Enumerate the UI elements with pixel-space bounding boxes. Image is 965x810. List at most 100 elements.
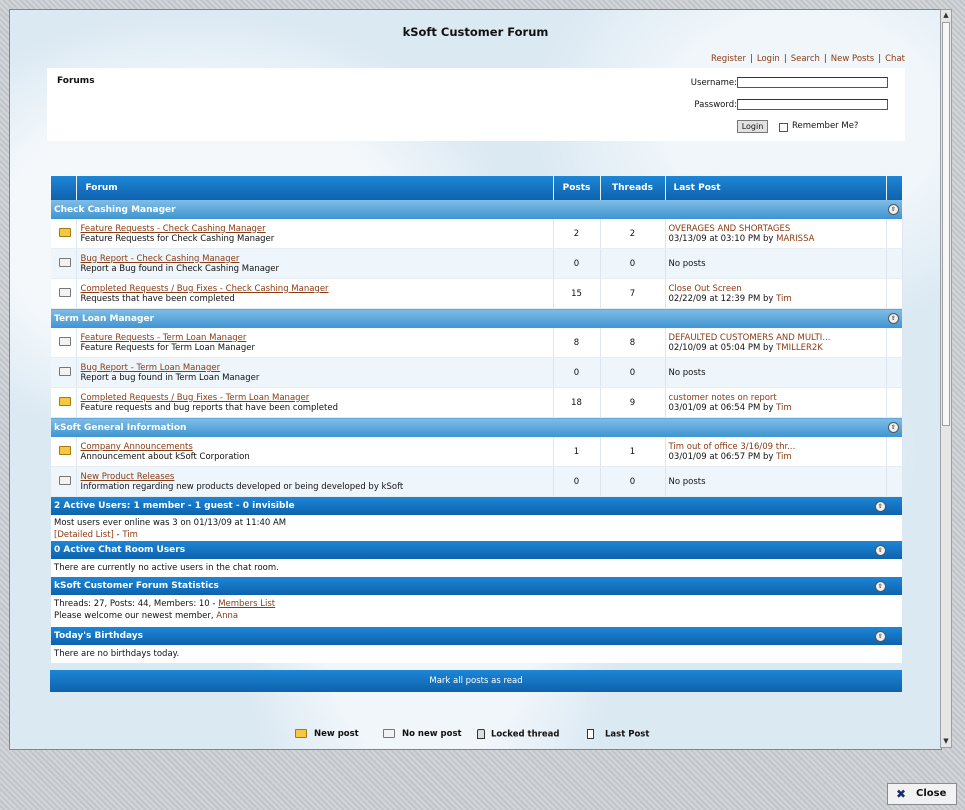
collapse-icon[interactable]: ⇧	[875, 631, 886, 642]
active-user-link[interactable]: Tim	[122, 530, 138, 540]
forum-row: Feature Requests - Term Loan Manager Feat…	[51, 328, 903, 358]
chat-link[interactable]: Chat	[885, 54, 905, 64]
collapse-icon[interactable]: ⇧	[888, 422, 899, 433]
collapse-icon[interactable]: ⇧	[888, 204, 899, 215]
forum-link[interactable]: New Product Releases	[81, 472, 175, 482]
forum-cell: Bug Report - Check Cashing Manager Report…	[76, 248, 554, 279]
login-panel: Forums Username: Password: Login Remembe…	[47, 68, 905, 141]
forum-link[interactable]: Feature Requests - Check Cashing Manager	[81, 224, 266, 234]
collapse-icon[interactable]: ⇧	[888, 313, 899, 324]
forum-status-cell	[51, 357, 77, 388]
login-button[interactable]: Login	[737, 120, 768, 133]
no-posts-text: No posts	[668, 258, 706, 269]
forum-description: Requests that have been completed	[80, 293, 235, 304]
legend-new-post-label: New post	[314, 729, 359, 739]
forum-board: Forum Posts Threads Last Post Check Cash…	[51, 176, 903, 663]
new-posts-link[interactable]: New Posts	[831, 54, 874, 64]
forum-description: Feature requests and bug reports that ha…	[80, 402, 339, 413]
stats-line: Threads: 27, Posts: 44, Members: 10 -	[54, 599, 219, 609]
row-spacer	[886, 248, 903, 279]
collapse-icon[interactable]: ⇧	[875, 581, 886, 592]
forum-cell: Completed Requests / Bug Fixes - Term Lo…	[76, 387, 554, 418]
newest-member-link[interactable]: Anna	[216, 611, 238, 621]
last-post-link[interactable]: DEFAULTED CUSTOMERS AND MULTI...	[669, 333, 831, 343]
forum-table: Forum Posts Threads Last Post Check Cash…	[51, 176, 903, 497]
forum-status-cell	[51, 387, 77, 418]
row-spacer	[886, 278, 903, 309]
threads-count: 7	[600, 278, 666, 309]
category-name[interactable]: Check Cashing Manager	[51, 200, 886, 219]
row-spacer	[886, 387, 903, 418]
scroll-up-arrow-icon[interactable]: ▲	[941, 10, 951, 21]
threads-count: 0	[600, 357, 666, 388]
username-input[interactable]	[737, 77, 888, 88]
new-post-folder-icon	[295, 729, 307, 738]
category-name[interactable]: kSoft General Information	[51, 417, 886, 437]
forum-link[interactable]: Company Announcements	[81, 442, 193, 452]
stats-header: kSoft Customer Forum Statistics ⇧	[51, 577, 902, 595]
forum-link[interactable]: Bug Report - Term Loan Manager	[81, 363, 221, 373]
no-posts-text: No posts	[668, 367, 706, 378]
scroll-down-arrow-icon[interactable]: ▼	[941, 736, 951, 747]
category-name[interactable]: Term Loan Manager	[51, 308, 886, 328]
forum-cell: Company Announcements Announcement about …	[76, 437, 554, 467]
remember-me-checkbox[interactable]	[779, 123, 788, 132]
threads-count: 8	[600, 328, 666, 358]
forum-link[interactable]: Completed Requests / Bug Fixes - Check C…	[81, 284, 329, 294]
posts-count: 0	[553, 248, 601, 279]
collapse-icon[interactable]: ⇧	[875, 545, 886, 556]
last-post-link[interactable]: customer notes on report	[669, 393, 777, 403]
chat-users-title: 0 Active Chat Room Users	[54, 545, 186, 555]
forum-row: New Product Releases Information regardin…	[51, 466, 903, 497]
posts-count: 1	[553, 437, 601, 467]
no-new-post-folder-icon	[383, 729, 395, 738]
forum-cell: Feature Requests - Term Loan Manager Feat…	[76, 328, 554, 358]
forum-link[interactable]: Bug Report - Check Cashing Manager	[81, 254, 240, 264]
detailed-list-link[interactable]: [Detailed List]	[54, 530, 114, 540]
last-post-link[interactable]: Tim out of office 3/16/09 thr...	[669, 442, 796, 452]
mark-all-read-button[interactable]: Mark all posts as read	[50, 670, 902, 692]
lock-icon	[477, 729, 485, 739]
login-link[interactable]: Login	[757, 54, 780, 64]
category-row: kSoft General Information ⇧	[51, 417, 902, 437]
search-link[interactable]: Search	[791, 54, 820, 64]
last-post-user[interactable]: Tim	[776, 452, 792, 462]
category-row: Check Cashing Manager ⇧	[51, 200, 902, 219]
members-list-link[interactable]: Members List	[218, 599, 275, 609]
last-post-user[interactable]: Tim	[776, 403, 792, 413]
forum-cell: Bug Report - Term Loan Manager Report a b…	[76, 357, 554, 388]
top-nav: Register | Login | Search | New Posts | Chat	[711, 54, 905, 64]
no-new-post-folder-icon	[59, 257, 71, 267]
last-post-link[interactable]: Close Out Screen	[669, 284, 742, 294]
forum-description: Announcement about kSoft Corporation	[80, 451, 250, 462]
register-link[interactable]: Register	[711, 54, 746, 64]
close-button[interactable]: ✖ Close	[887, 783, 957, 805]
most-online-text: Most users ever online was 3 on 01/13/09…	[54, 518, 287, 528]
scroll-thumb[interactable]	[942, 22, 950, 426]
collapse-icon[interactable]: ⇧	[875, 501, 886, 512]
last-post-user[interactable]: TMILLER2K	[776, 343, 823, 353]
password-input[interactable]	[737, 99, 888, 110]
header-forum: Forum	[76, 176, 554, 200]
legend-locked-thread: Locked thread	[477, 729, 559, 740]
active-users-header: 2 Active Users: 1 member - 1 guest - 0 i…	[51, 497, 902, 515]
last-post-date: 03/13/09 at 03:10 PM by	[668, 233, 774, 244]
last-post-date: 03/01/09 at 06:57 PM by	[668, 451, 774, 462]
page-title: kSoft Customer Forum	[402, 25, 549, 39]
stats-title: kSoft Customer Forum Statistics	[54, 581, 219, 591]
last-post-user[interactable]: MARISSA	[776, 234, 814, 244]
category-collapse: ⇧	[886, 308, 902, 328]
last-post-user[interactable]: Tim	[776, 294, 792, 304]
birthdays-body: There are no birthdays today.	[51, 645, 902, 663]
forum-row: Bug Report - Term Loan Manager Report a b…	[51, 357, 903, 388]
new-post-folder-icon	[59, 445, 71, 455]
forum-link[interactable]: Completed Requests / Bug Fixes - Term Lo…	[81, 393, 310, 403]
forum-window: kSoft Customer Forum Register | Login | Sear…	[9, 9, 942, 750]
category-collapse: ⇧	[886, 200, 902, 219]
last-post-date: 02/10/09 at 05:04 PM by	[668, 342, 774, 353]
legend-locked-thread-label: Locked thread	[491, 729, 560, 740]
forum-link[interactable]: Feature Requests - Term Loan Manager	[81, 333, 247, 343]
last-post-link[interactable]: OVERAGES AND SHORTAGES	[669, 224, 791, 234]
threads-count: 2	[600, 219, 666, 249]
vertical-scrollbar[interactable]: ▲ ▼	[940, 9, 952, 748]
